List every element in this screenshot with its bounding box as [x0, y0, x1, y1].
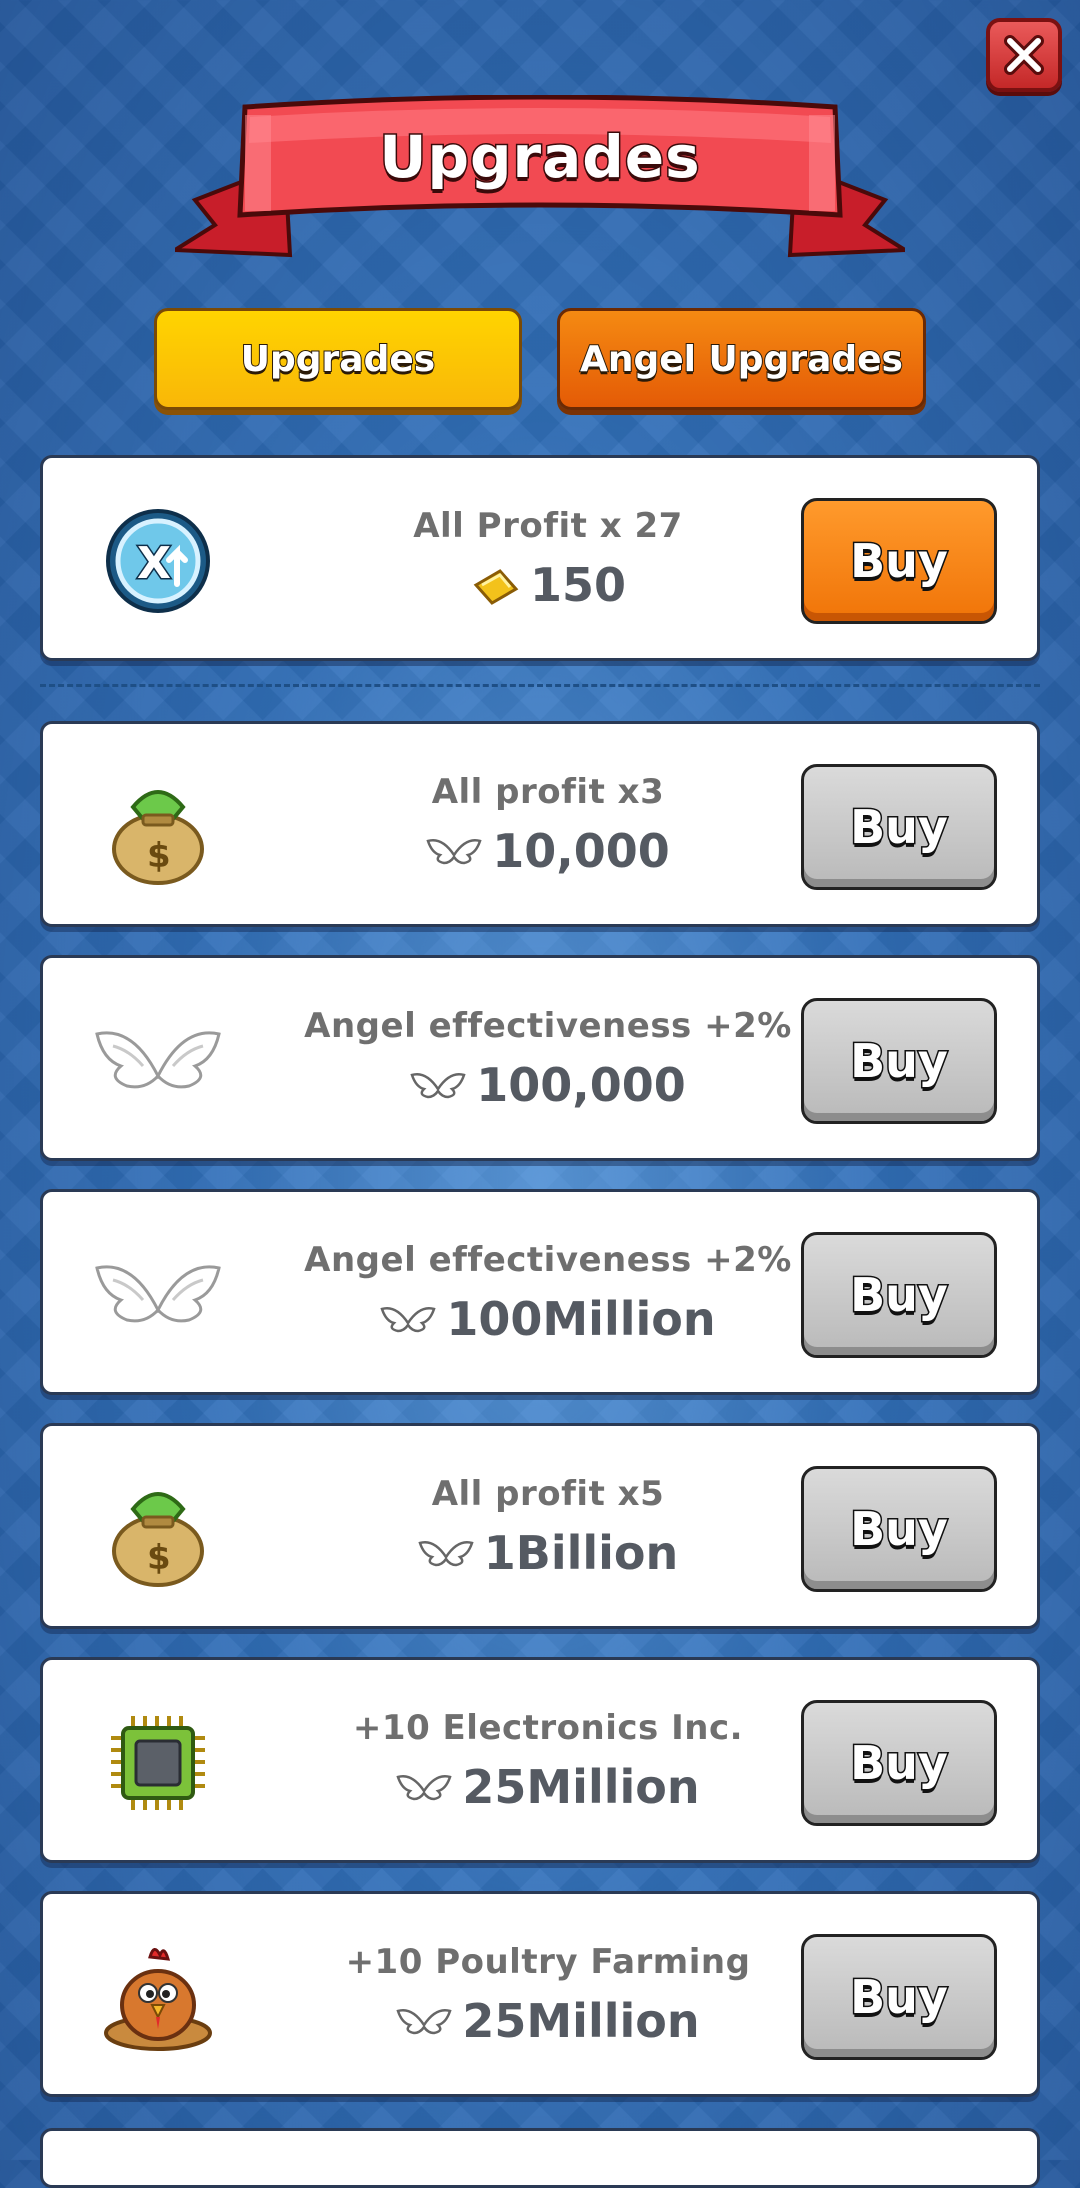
upgrade-name: All Profit x 27	[413, 506, 683, 546]
svg-text:$: $	[147, 1538, 171, 1578]
money-bag-icon: $	[88, 1459, 228, 1599]
chip-icon	[88, 1693, 228, 1833]
upgrade-cost: 100,000	[476, 1058, 686, 1112]
upgrade-card: Angel effectiveness +2% 100,000 Buy	[40, 955, 1040, 1161]
buy-button[interactable]: Buy	[801, 1934, 997, 2060]
buy-button[interactable]: Buy	[801, 998, 997, 1124]
buy-button[interactable]: Buy	[801, 1700, 997, 1826]
close-button[interactable]	[986, 18, 1062, 92]
upgrade-name: +10 Electronics Inc.	[352, 1708, 744, 1748]
chicken-icon	[88, 1927, 228, 2067]
svg-text:$: $	[147, 836, 171, 876]
upgrade-card: X All Profit x 27 150 Buy	[40, 455, 1040, 661]
wings-icon	[88, 991, 228, 1131]
divider	[40, 684, 1040, 687]
upgrade-card: Angel effectiveness +2% 100Million Buy	[40, 1189, 1040, 1395]
upgrade-cost: 1Billion	[483, 1526, 679, 1580]
buy-button[interactable]: Buy	[801, 764, 997, 890]
upgrade-card-partial	[40, 2128, 1040, 2188]
angel-wings-icon	[410, 1073, 466, 1099]
money-bag-icon: $	[88, 757, 228, 897]
upgrade-cost: 150	[529, 558, 627, 612]
upgrade-name: All profit x5	[431, 1474, 665, 1514]
upgrade-cost: 25Million	[462, 1994, 700, 2048]
gold-bar-icon	[473, 569, 519, 605]
svg-text:X: X	[137, 538, 171, 589]
wings-icon	[88, 1225, 228, 1365]
tab-upgrades[interactable]: Upgrades	[154, 308, 522, 410]
title-banner: Upgrades	[168, 94, 912, 265]
upgrade-cost: 10,000	[492, 824, 670, 878]
upgrade-name: +10 Poultry Farming	[345, 1942, 751, 1982]
close-icon	[1004, 35, 1044, 75]
angel-wings-icon	[396, 2009, 452, 2035]
page-title: Upgrades	[378, 122, 701, 193]
upgrade-card: $ All profit x5 1Billion Buy	[40, 1423, 1040, 1629]
upgrade-card: +10 Poultry Farming 25Million Buy	[40, 1891, 1040, 2097]
angel-wings-icon	[380, 1307, 436, 1333]
buy-button[interactable]: Buy	[801, 1466, 997, 1592]
upgrade-name: All profit x3	[431, 772, 665, 812]
buy-button[interactable]: Buy	[801, 498, 997, 624]
buy-button[interactable]: Buy	[801, 1232, 997, 1358]
upgrade-card: $ All profit x3 10,000 Buy	[40, 721, 1040, 927]
tab-angel-upgrades[interactable]: Angel Upgrades	[557, 308, 926, 410]
upgrade-cost: 25Million	[462, 1760, 700, 1814]
upgrade-name: Angel effectiveness +2%	[304, 1006, 792, 1046]
angel-wings-icon	[418, 1541, 474, 1567]
upgrade-card: +10 Electronics Inc. 25Million Buy	[40, 1657, 1040, 1863]
upgrade-cost: 100Million	[446, 1292, 716, 1346]
upgrade-name: Angel effectiveness +2%	[304, 1240, 792, 1280]
x-up-badge-icon: X	[88, 491, 228, 631]
angel-wings-icon	[396, 1775, 452, 1801]
angel-wings-icon	[426, 839, 482, 865]
